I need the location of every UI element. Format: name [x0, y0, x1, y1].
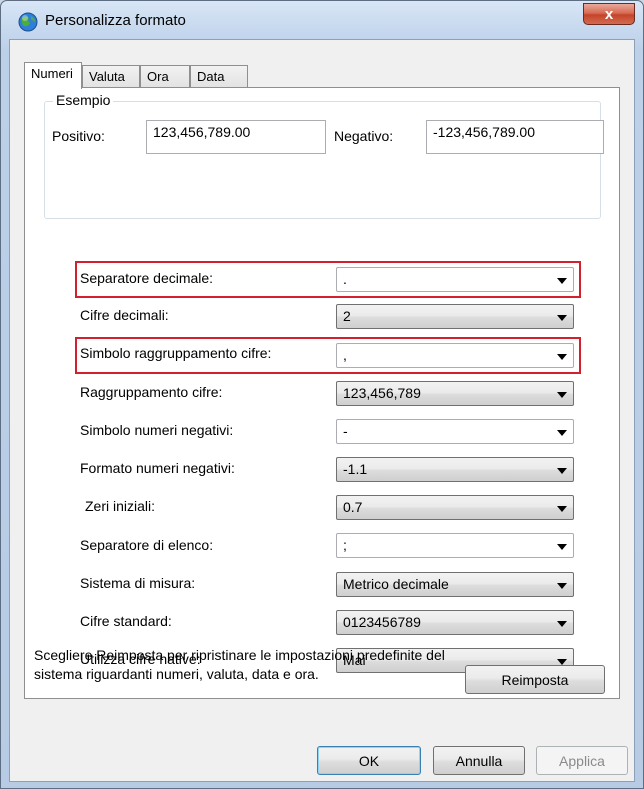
tab-valuta[interactable]: Valuta [82, 65, 140, 87]
standard-digits-select[interactable]: 0123456789 [336, 610, 574, 635]
list-separator-combo[interactable]: ; [336, 533, 574, 558]
decimal-digits-select[interactable]: 2 [336, 304, 574, 329]
leading-zeros-select[interactable]: 0.7 [336, 495, 574, 520]
close-button[interactable]: x [583, 3, 635, 25]
example-groupbox: Esempio Positivo: 123,456,789.00 Negativ… [44, 92, 604, 219]
negative-format-select[interactable]: -1.1 [336, 457, 574, 482]
example-legend: Esempio [53, 92, 114, 108]
decimal-separator-combo[interactable]: . [336, 267, 574, 292]
chevron-down-icon[interactable] [557, 315, 567, 321]
chevron-down-icon[interactable] [557, 392, 567, 398]
decimal-digits-label: Cifre decimali: [80, 307, 169, 323]
negative-format-label: Formato numeri negativi: [80, 460, 235, 476]
cancel-button[interactable]: Annulla [433, 746, 525, 775]
standard-digits-label: Cifre standard: [80, 613, 172, 629]
chevron-down-icon[interactable] [557, 621, 567, 627]
apply-button: Applica [536, 746, 628, 775]
chevron-down-icon[interactable] [557, 583, 567, 589]
globe-icon [18, 12, 38, 32]
chevron-down-icon[interactable] [557, 354, 567, 360]
ok-button[interactable]: OK [317, 746, 421, 775]
chevron-down-icon[interactable] [557, 468, 567, 474]
dialog-window: Personalizza formato x Numeri Valuta Ora… [0, 0, 644, 789]
dialog-button-bar: OK Annulla Applica [10, 730, 634, 781]
reset-button[interactable]: Reimposta [465, 665, 605, 694]
window-title: Personalizza formato [45, 12, 186, 29]
chevron-down-icon[interactable] [557, 278, 567, 284]
measurement-system-label: Sistema di misura: [80, 575, 196, 591]
negative-sign-combo[interactable]: - [336, 419, 574, 444]
reset-description: Scegliere Reimposta per ripristinare le … [34, 647, 445, 682]
chevron-down-icon[interactable] [557, 506, 567, 512]
negative-example-box: -123,456,789.00 [426, 120, 604, 154]
negative-sign-label: Simbolo numeri negativi: [80, 422, 234, 438]
chevron-down-icon[interactable] [557, 430, 567, 436]
digit-grouping-select[interactable]: 123,456,789 [336, 381, 574, 406]
digit-grouping-label: Raggruppamento cifre: [80, 384, 223, 400]
measurement-system-select[interactable]: Metrico decimale [336, 572, 574, 597]
positive-label: Positivo: [52, 128, 105, 144]
positive-example-box: 123,456,789.00 [146, 120, 326, 154]
chevron-down-icon[interactable] [557, 544, 567, 550]
tab-numeri[interactable]: Numeri [24, 62, 82, 89]
tab-panel-numeri: Esempio Positivo: 123,456,789.00 Negativ… [24, 87, 620, 699]
title-bar[interactable]: Personalizza formato x [1, 1, 643, 41]
negative-label: Negativo: [334, 128, 394, 144]
dialog-client: Numeri Valuta Ora Data Esempio Positivo:… [9, 39, 635, 782]
tab-ora[interactable]: Ora [140, 65, 190, 87]
list-separator-label: Separatore di elenco: [80, 537, 214, 553]
grouping-symbol-combo[interactable]: , [336, 343, 574, 368]
tab-data[interactable]: Data [190, 65, 248, 87]
decimal-separator-label: Separatore decimale: [80, 270, 214, 286]
grouping-symbol-label: Simbolo raggruppamento cifre: [80, 345, 272, 361]
close-icon: x [604, 5, 614, 23]
leading-zeros-label: Zeri iniziali: [85, 498, 156, 514]
